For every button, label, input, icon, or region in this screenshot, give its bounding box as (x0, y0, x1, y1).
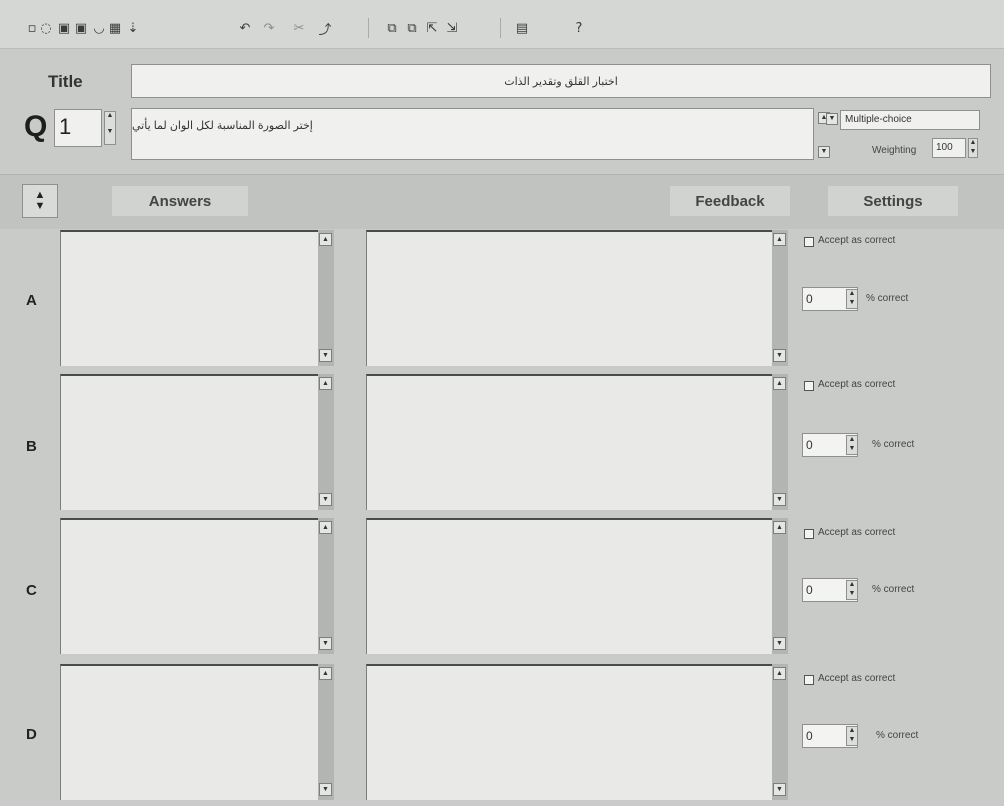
percent-spinner[interactable]: ▲ ▼ (846, 435, 858, 455)
scroll-down-icon[interactable]: ▼ (319, 637, 332, 650)
scroll-down-icon[interactable]: ▼ (773, 493, 786, 506)
help-icon[interactable]: ? (572, 20, 586, 36)
spin-up-icon[interactable]: ▲ (969, 139, 977, 148)
question-number-spinner[interactable]: ▲ ▼ (104, 111, 116, 145)
cut-icon[interactable]: ✂ (292, 20, 306, 36)
toolbar-separator (368, 18, 369, 38)
sort-button[interactable]: ▲ ▼ (22, 184, 58, 218)
scroll-up-icon[interactable]: ▲ (773, 521, 786, 534)
answer-scrollbar[interactable] (318, 518, 334, 654)
answer-scrollbar[interactable] (318, 230, 334, 366)
spin-down-icon[interactable]: ▼ (969, 148, 977, 157)
scroll-up-icon[interactable]: ▲ (773, 377, 786, 390)
chevron-down-icon[interactable]: ▼ (826, 113, 838, 125)
undo-icon[interactable]: ↶ (238, 20, 252, 36)
answer-scrollbar[interactable] (318, 374, 334, 510)
move-alt-icon[interactable]: ⇲ (444, 20, 460, 36)
answer-input[interactable] (60, 664, 318, 800)
answer-scrollbar[interactable] (318, 664, 334, 800)
feedback-input[interactable] (366, 374, 772, 510)
percent-spinner[interactable]: ▲ ▼ (846, 289, 858, 309)
accept-correct-label: Accept as correct (818, 527, 896, 538)
feedback-scrollbar[interactable] (772, 374, 788, 510)
title-label: Title (48, 72, 83, 91)
spin-down-icon[interactable]: ▼ (105, 128, 115, 144)
redo-icon[interactable]: ↷ (262, 20, 276, 36)
question-label: Q (24, 110, 48, 143)
feedback-scrollbar[interactable] (772, 664, 788, 800)
answer-input[interactable] (60, 374, 318, 510)
accept-correct-checkbox[interactable] (804, 675, 814, 685)
scroll-up-icon[interactable]: ▲ (319, 377, 332, 390)
weighting-label: Weighting (872, 145, 917, 156)
feedback-input[interactable] (366, 518, 772, 654)
scroll-up-icon[interactable]: ▲ (319, 521, 332, 534)
scroll-down-icon[interactable]: ▼ (773, 349, 786, 362)
insert-icon[interactable]: ⇣ (126, 20, 140, 36)
answer-input[interactable] (60, 518, 318, 654)
sort-down-icon: ▼ (34, 200, 46, 212)
answers-header-button[interactable]: Answers (112, 186, 248, 216)
scroll-up-icon[interactable]: ▲ (319, 667, 332, 680)
row-letter: A (26, 292, 37, 309)
scroll-up-icon[interactable]: ▲ (773, 233, 786, 246)
feedback-scrollbar[interactable] (772, 518, 788, 654)
question-number-input[interactable]: 1 (54, 109, 102, 147)
percent-correct-label: % correct (872, 439, 915, 450)
feedback-input[interactable] (366, 664, 772, 800)
question-text-input[interactable]: إختر الصورة المناسبة لكل الوان لما يأتي (131, 108, 814, 160)
move-icon[interactable]: ⇱ (424, 20, 440, 36)
scroll-up-icon[interactable]: ▲ (319, 233, 332, 246)
save-as-icon[interactable]: ▣ (74, 20, 88, 36)
scroll-down-icon[interactable]: ▼ (818, 146, 830, 158)
open-alt-icon[interactable]: ◡ (92, 20, 106, 36)
feedback-scrollbar[interactable] (772, 230, 788, 366)
percent-spinner[interactable]: ▲ ▼ (846, 580, 858, 600)
percent-spinner[interactable]: ▲ ▼ (846, 726, 858, 746)
copy-alt-icon[interactable]: ⧉ (404, 20, 420, 36)
preview-icon[interactable]: ▤ (514, 20, 530, 36)
toolbar-separator (500, 18, 501, 38)
accept-correct-label: Accept as correct (818, 235, 896, 246)
percent-correct-label: % correct (872, 584, 915, 595)
settings-header-button[interactable]: Settings (828, 186, 958, 216)
row-letter: B (26, 438, 37, 455)
toolbar: ▫ ◌ ▣ ▣ ◡ ▦ ⇣ ↶ ↷ ✂ ⤴ ⧉ ⧉ ⇱ ⇲ ▤ ? (0, 0, 1004, 49)
accept-correct-checkbox[interactable] (804, 237, 814, 247)
weighting-spinner[interactable]: ▲ ▼ (968, 138, 978, 158)
accept-correct-checkbox[interactable] (804, 381, 814, 391)
export-icon[interactable]: ▦ (108, 20, 122, 36)
accept-correct-checkbox[interactable] (804, 529, 814, 539)
feedback-input[interactable] (366, 230, 772, 366)
answer-input[interactable] (60, 230, 318, 366)
paste-icon[interactable]: ⤴ (318, 20, 332, 38)
scroll-down-icon[interactable]: ▼ (773, 637, 786, 650)
row-letter: C (26, 582, 37, 599)
percent-correct-label: % correct (876, 730, 919, 741)
open-icon[interactable]: ◌ (40, 20, 52, 36)
accept-correct-label: Accept as correct (818, 673, 896, 684)
feedback-header-button[interactable]: Feedback (670, 186, 790, 216)
scroll-up-icon[interactable]: ▲ (773, 667, 786, 680)
save-icon[interactable]: ▣ (57, 20, 71, 36)
row-letter: D (26, 726, 37, 743)
spin-up-icon[interactable]: ▲ (105, 112, 115, 128)
accept-correct-label: Accept as correct (818, 379, 896, 390)
question-type-select[interactable]: Multiple-choice (840, 110, 980, 130)
scroll-down-icon[interactable]: ▼ (773, 783, 786, 796)
weighting-input[interactable]: 100 (932, 138, 966, 158)
title-input[interactable]: اختبار القلق وتقدير الذات (131, 64, 991, 98)
copy-icon[interactable]: ⧉ (384, 20, 400, 36)
scroll-down-icon[interactable]: ▼ (319, 493, 332, 506)
percent-correct-label: % correct (866, 293, 909, 304)
scroll-down-icon[interactable]: ▼ (319, 783, 332, 796)
scroll-down-icon[interactable]: ▼ (319, 349, 332, 362)
new-icon[interactable]: ▫ (26, 20, 38, 36)
